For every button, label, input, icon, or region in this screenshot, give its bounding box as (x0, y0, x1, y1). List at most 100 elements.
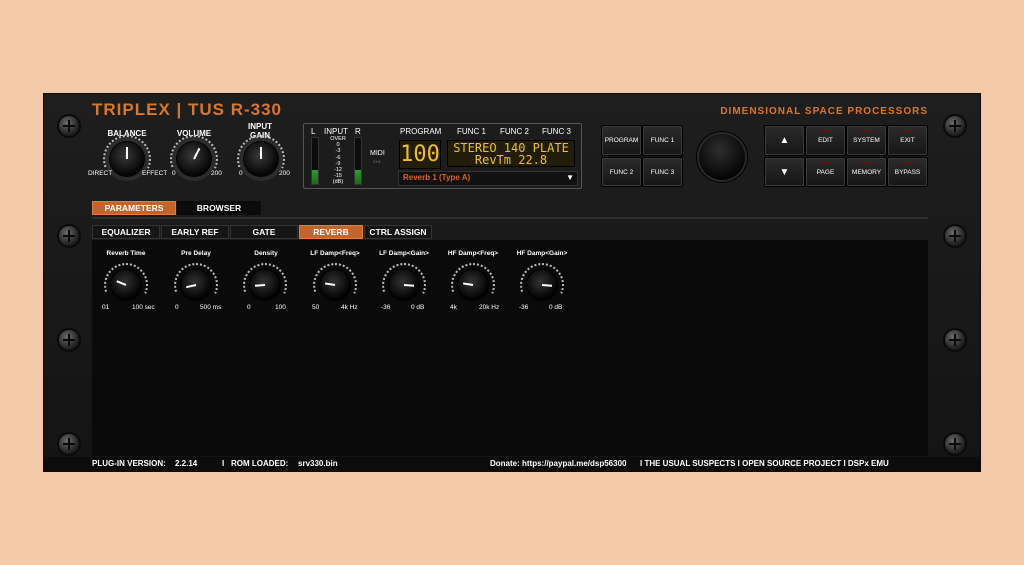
param-max: 0 dB (549, 304, 563, 311)
lcd-line-2: RevTm 22.8 (474, 153, 548, 167)
midi-label: MIDI (370, 150, 385, 157)
param-max: 100 sec (132, 304, 155, 311)
page-button-label: PAGE (816, 168, 835, 176)
left-channel-label: L (311, 127, 316, 136)
param-min: 0 (247, 304, 251, 311)
screw-icon (59, 330, 79, 350)
param-min: 0 (175, 304, 179, 311)
input-label: INPUT (324, 127, 348, 136)
data-entry-wheel[interactable] (699, 134, 745, 180)
input-gain-min: 0 (239, 170, 243, 177)
midi-channel: CH1 (373, 159, 382, 164)
param-min: 4k (450, 304, 457, 311)
system-button[interactable]: SYSTEM (846, 125, 887, 156)
meter-scale: OVER 0 -3 -6 -9 -12 -15 (dB) (326, 136, 350, 186)
version-value: 2.2.14 (175, 459, 198, 468)
input-gain-knob[interactable] (244, 142, 278, 176)
program-button[interactable]: PROGRAM (601, 125, 642, 156)
reverb-time-knob[interactable] (111, 270, 141, 300)
edit-led (820, 130, 831, 132)
preset-selector[interactable]: Reverb 1 (Type A) ▼ (398, 171, 578, 186)
edit-button-label: EDIT (818, 137, 833, 144)
footer-links[interactable]: I THE USUAL SUSPECTS I OPEN SOURCE PROJE… (640, 459, 889, 468)
tagline: DIMENSIONAL SPACE PROCESSORS (720, 106, 928, 117)
parameter-lcd: STEREO 140 PLATE RevTm 22.8 (447, 140, 575, 167)
param-title: Density (254, 250, 278, 257)
down-button[interactable]: ▼ (764, 157, 805, 187)
pre-delay-knob[interactable] (181, 270, 211, 300)
page-button[interactable]: PAGE (805, 157, 846, 187)
up-button[interactable]: ▲ (764, 125, 805, 156)
func2-button-label: FUNC 2 (609, 168, 634, 176)
knob-pointer (254, 284, 266, 287)
param-title: HF Damp<Freq> (447, 250, 499, 257)
hf-damp-gain-knob[interactable] (527, 270, 557, 300)
param-title: Pre Delay (181, 250, 211, 257)
func1-button[interactable]: FUNC 1 (642, 125, 683, 156)
tab-browser[interactable]: BROWSER (177, 201, 261, 215)
param-min: -36 (381, 304, 391, 311)
main-display: L INPUT R OVER 0 -3 -6 -9 -12 -15 (dB) M… (303, 123, 582, 189)
lf-damp-gain-knob[interactable] (389, 270, 419, 300)
exit-button-label: EXIT (900, 137, 915, 144)
memory-button-label: MEMORY (851, 168, 882, 176)
param-title: LF Damp<Freq> (310, 250, 360, 257)
knob-pointer (324, 282, 336, 286)
memory-button[interactable]: MEMORY (846, 157, 887, 187)
program-button-label: PROGRAM (604, 137, 639, 144)
param-min: -36 (519, 304, 529, 311)
knob-pointer (126, 147, 128, 159)
balance-max: EFFECT (142, 170, 168, 177)
func3-button[interactable]: FUNC 3 (642, 157, 683, 187)
param-max: 100 (275, 304, 286, 311)
tab-reverb[interactable]: REVERB (299, 225, 363, 239)
bypass-button-label: BYPASS (894, 168, 921, 176)
param-title: LF Damp<Gain> (379, 250, 429, 257)
program-label: PROGRAM (400, 127, 442, 136)
param-max: 20k Hz (479, 304, 500, 311)
func1-button-label: FUNC 1 (650, 137, 675, 144)
page-led (820, 162, 831, 164)
version-label: PLUG-IN VERSION: (92, 459, 166, 468)
bypass-button[interactable]: BYPASS (887, 157, 928, 187)
hf-damp-freq-knob[interactable] (458, 270, 488, 300)
func1-label: FUNC 1 (457, 127, 486, 136)
func2-button[interactable]: FUNC 2 (601, 157, 642, 187)
parameter-panel: Reverb Time 01 100 sec Pre Delay 0 500 m… (92, 240, 928, 456)
exit-button[interactable]: EXIT (887, 125, 928, 156)
volume-knob[interactable] (177, 142, 211, 176)
tab-divider (92, 217, 928, 219)
meter-level (355, 170, 361, 184)
volume-min: 0 (172, 170, 176, 177)
screw-icon (945, 226, 965, 246)
rom-label: ROM LOADED: (231, 459, 289, 468)
lf-damp-freq-knob[interactable] (320, 270, 350, 300)
tab-parameters[interactable]: PARAMETERS (92, 201, 176, 215)
param-min: 50 (312, 304, 320, 311)
donate-link[interactable]: Donate: https://paypal.me/dsp56300 (490, 459, 626, 468)
tab-gate[interactable]: GATE (230, 225, 298, 239)
screw-icon (59, 116, 79, 136)
memory-led (861, 162, 872, 164)
func3-button-label: FUNC 3 (650, 168, 675, 176)
separator: I (222, 459, 225, 468)
knob-pointer (462, 282, 474, 286)
knob-pointer (260, 147, 262, 159)
density-knob[interactable] (250, 270, 280, 300)
screw-icon (945, 116, 965, 136)
param-max: 4k Hz (341, 304, 358, 311)
bypass-led (902, 162, 913, 164)
balance-knob[interactable] (110, 142, 144, 176)
tab-equalizer[interactable]: EQUALIZER (92, 225, 160, 239)
tab-ctrl-assign[interactable]: CTRL ASSIGN (364, 225, 432, 239)
brand-logo: TRIPLEX | TUS R-330 (92, 100, 283, 119)
rom-value: srv330.bin (298, 459, 338, 468)
tab-early-ref[interactable]: EARLY REF (161, 225, 229, 239)
knob-pointer (541, 284, 553, 287)
input-gain-max: 200 (279, 170, 290, 177)
param-max: 0 dB (411, 304, 425, 311)
edit-button[interactable]: EDIT (805, 125, 846, 156)
exit-led (902, 130, 913, 132)
func2-label: FUNC 2 (500, 127, 529, 136)
param-min: 01 (102, 304, 110, 311)
